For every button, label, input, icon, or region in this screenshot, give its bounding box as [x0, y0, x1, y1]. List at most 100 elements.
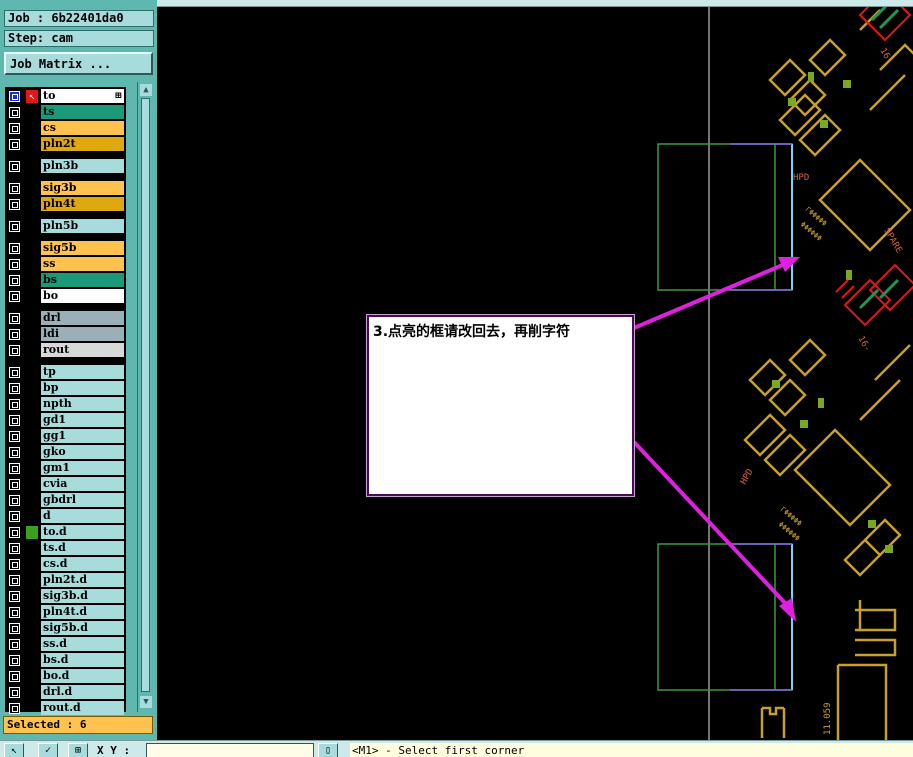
layer-row[interactable]: gbdrl	[5, 493, 126, 507]
layer-name[interactable]: npth	[41, 397, 124, 411]
layer-row[interactable]: d	[5, 509, 126, 523]
layer-checkbox[interactable]	[9, 479, 20, 490]
layer-row[interactable]: sig3b.d	[5, 589, 126, 603]
layer-name[interactable]: ldi	[41, 327, 124, 341]
layer-name[interactable]: cs.d	[41, 557, 124, 571]
layer-name[interactable]: bs.d	[41, 653, 124, 667]
layer-checkbox[interactable]	[9, 313, 20, 324]
layer-row[interactable]: pln2t	[5, 137, 126, 151]
layer-name[interactable]: bp	[41, 381, 124, 395]
layer-checkbox[interactable]	[9, 161, 20, 172]
layer-row[interactable]: ldi	[5, 327, 126, 341]
layer-row[interactable]: ss.d	[5, 637, 126, 651]
layer-name[interactable]: sig3b	[41, 181, 124, 195]
layer-name[interactable]: sig5b.d	[41, 621, 124, 635]
layer-checkbox[interactable]	[9, 91, 20, 102]
layer-name[interactable]: gg1	[41, 429, 124, 443]
layer-row[interactable]: sig3b	[5, 181, 126, 195]
layer-row[interactable]: bo.d	[5, 669, 126, 683]
layer-name[interactable]: gko	[41, 445, 124, 459]
layer-scrollbar[interactable]: ▲ ▼	[137, 82, 153, 712]
layer-checkbox[interactable]	[9, 329, 20, 340]
layer-row[interactable]: ss	[5, 257, 126, 271]
layer-name[interactable]: bo.d	[41, 669, 124, 683]
layer-name[interactable]: gd1	[41, 413, 124, 427]
layer-row[interactable]: drl.d	[5, 685, 126, 699]
job-matrix-button[interactable]: Job Matrix ...	[4, 52, 153, 75]
layer-row[interactable]: drl	[5, 311, 126, 325]
layer-row[interactable]: bo	[5, 289, 126, 303]
layer-name[interactable]: d	[41, 509, 124, 523]
layer-name[interactable]: rout	[41, 343, 124, 357]
layer-name[interactable]: pln2t.d	[41, 573, 124, 587]
layer-row[interactable]: pln4t.d	[5, 605, 126, 619]
layer-checkbox[interactable]	[9, 345, 20, 356]
layer-checkbox[interactable]	[9, 183, 20, 194]
layer-checkbox[interactable]	[9, 221, 20, 232]
layer-row[interactable]: cs	[5, 121, 126, 135]
layer-checkbox[interactable]	[9, 495, 20, 506]
layer-checkbox[interactable]	[9, 399, 20, 410]
layer-checkbox[interactable]	[9, 527, 20, 538]
layer-name[interactable]: pln4t	[41, 197, 124, 211]
layer-checkbox[interactable]	[9, 275, 20, 286]
layer-checkbox[interactable]	[9, 655, 20, 666]
layer-row[interactable]: to.d	[5, 525, 126, 539]
layer-checkbox[interactable]	[9, 463, 20, 474]
layer-name[interactable]: ss.d	[41, 637, 124, 651]
layer-name[interactable]: pln2t	[41, 137, 124, 151]
layer-name[interactable]: gbdrl	[41, 493, 124, 507]
layer-row[interactable]: rout	[5, 343, 126, 357]
layer-name[interactable]: drl	[41, 311, 124, 325]
layer-row[interactable]: tp	[5, 365, 126, 379]
layer-checkbox[interactable]	[9, 415, 20, 426]
grid-icon[interactable]: ⊞	[68, 743, 88, 757]
layer-row[interactable]: sig5b.d	[5, 621, 126, 635]
layer-name[interactable]: to.d	[41, 525, 124, 539]
layer-row[interactable]: bs	[5, 273, 126, 287]
coordinate-input[interactable]	[146, 743, 314, 757]
layer-row[interactable]: ↖ to ⊞	[5, 89, 126, 103]
layer-checkbox[interactable]	[9, 559, 20, 570]
layer-row[interactable]: bs.d	[5, 653, 126, 667]
layer-checkbox[interactable]	[9, 703, 20, 714]
layer-name[interactable]: sig5b	[41, 241, 124, 255]
layer-name[interactable]: tp	[41, 365, 124, 379]
layer-checkbox[interactable]	[9, 243, 20, 254]
mouse-icon[interactable]: ▯	[318, 743, 338, 757]
check-icon[interactable]: ✓	[38, 743, 58, 757]
pointer-icon[interactable]: ↖	[4, 743, 24, 757]
layer-checkbox[interactable]	[9, 383, 20, 394]
layer-row[interactable]: ts.d	[5, 541, 126, 555]
layer-checkbox[interactable]	[9, 367, 20, 378]
layer-name[interactable]: bo	[41, 289, 124, 303]
layer-name[interactable]: pln4t.d	[41, 605, 124, 619]
layer-row[interactable]: pln5b	[5, 219, 126, 233]
layer-checkbox[interactable]	[9, 575, 20, 586]
scroll-up-icon[interactable]: ▲	[140, 84, 152, 96]
layer-row[interactable]: gg1	[5, 429, 126, 443]
layer-checkbox[interactable]	[9, 687, 20, 698]
layer-name[interactable]: pln3b	[41, 159, 124, 173]
layer-name[interactable]: ts.d	[41, 541, 124, 555]
layer-checkbox[interactable]	[9, 431, 20, 442]
layer-checkbox[interactable]	[9, 447, 20, 458]
layer-name[interactable]: cvia	[41, 477, 124, 491]
layer-name[interactable]: to ⊞	[41, 89, 124, 103]
layer-name[interactable]: ss	[41, 257, 124, 271]
layer-checkbox[interactable]	[9, 543, 20, 554]
scroll-thumb[interactable]	[141, 98, 150, 692]
layer-name[interactable]: bs	[41, 273, 124, 287]
layer-checkbox[interactable]	[9, 259, 20, 270]
layer-name[interactable]: rout.d	[41, 701, 124, 715]
layer-checkbox[interactable]	[9, 623, 20, 634]
layer-row[interactable]: gm1	[5, 461, 126, 475]
layer-row[interactable]: pln4t	[5, 197, 126, 211]
layer-row[interactable]: cs.d	[5, 557, 126, 571]
layer-menu-icon[interactable]: ⊞	[114, 89, 122, 103]
layer-checkbox[interactable]	[9, 107, 20, 118]
layer-checkbox[interactable]	[9, 199, 20, 210]
layer-checkbox[interactable]	[9, 139, 20, 150]
layer-row[interactable]: npth	[5, 397, 126, 411]
layer-row[interactable]: gd1	[5, 413, 126, 427]
